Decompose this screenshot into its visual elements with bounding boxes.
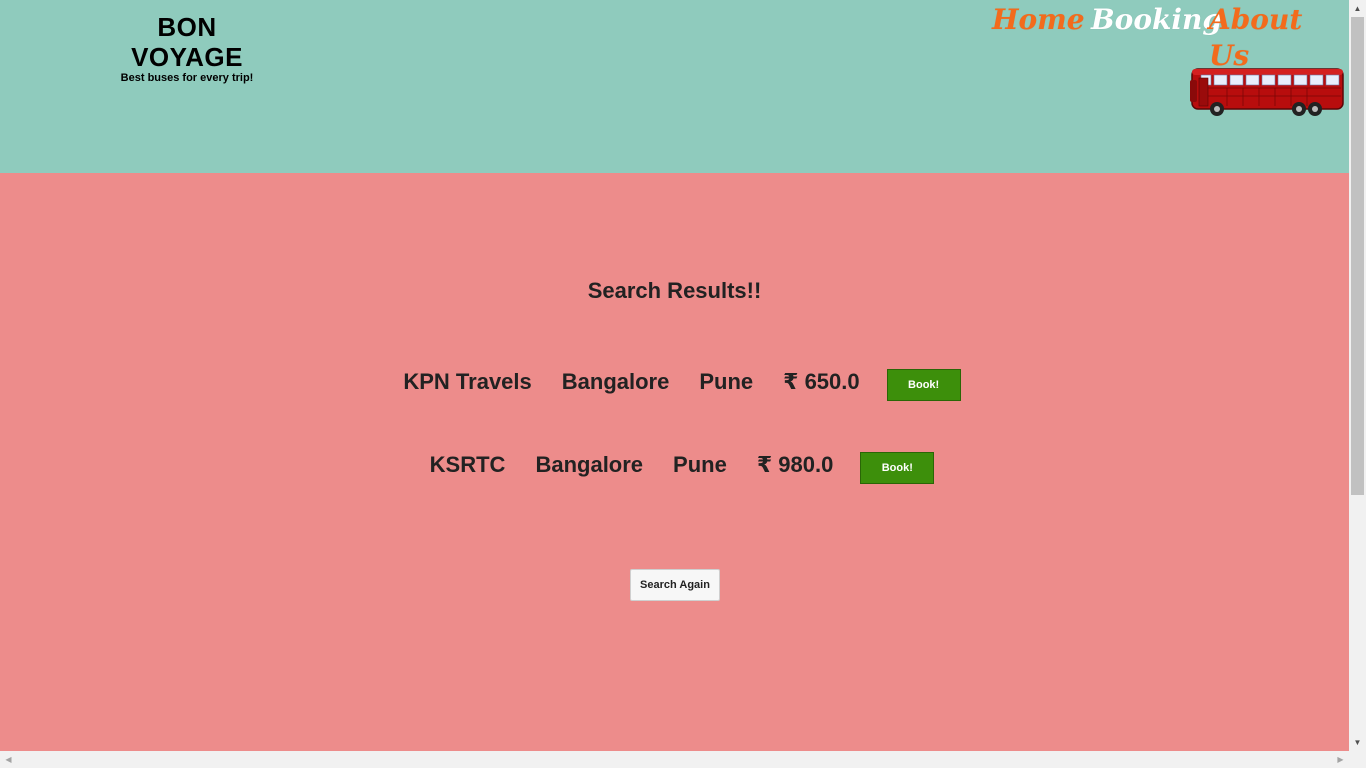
- result-row: KPN Travels Bangalore Pune ₹ 650.0 Book!: [0, 363, 1349, 401]
- origin-city: Bangalore: [535, 452, 644, 477]
- operator-name: KSRTC: [429, 452, 506, 477]
- fare-price: ₹ 980.0: [756, 452, 834, 477]
- operator-name: KPN Travels: [403, 369, 532, 394]
- book-button[interactable]: Book!: [860, 452, 935, 484]
- horizontal-scrollbar[interactable]: ◀ ▶: [0, 751, 1366, 768]
- vertical-scrollbar[interactable]: ▲ ▼: [1349, 0, 1366, 751]
- nav-home-link[interactable]: Home: [992, 2, 1085, 38]
- bus-icon: [1190, 68, 1344, 116]
- result-row: KSRTC Bangalore Pune ₹ 980.0 Book!: [0, 446, 1349, 484]
- scrollbar-thumb[interactable]: [1351, 17, 1364, 495]
- results-title: Search Results!!: [587, 278, 762, 303]
- header: BON VOYAGE Best buses for every trip! Ho…: [0, 0, 1349, 173]
- page-viewport: BON VOYAGE Best buses for every trip! Ho…: [0, 0, 1349, 751]
- brand: BON VOYAGE Best buses for every trip!: [101, 12, 273, 84]
- book-button[interactable]: Book!: [886, 369, 961, 401]
- scroll-down-icon[interactable]: ▼: [1349, 734, 1366, 751]
- fare-price: ₹ 650.0: [783, 369, 860, 394]
- origin-city: Bangalore: [561, 369, 670, 394]
- destination-city: Pune: [673, 452, 727, 477]
- scroll-up-icon[interactable]: ▲: [1349, 0, 1366, 17]
- nav-about-link[interactable]: About Us: [1209, 2, 1349, 74]
- destination-city: Pune: [699, 369, 754, 394]
- scroll-right-icon[interactable]: ▶: [1332, 751, 1349, 768]
- results-section: Search Results!! KPN Travels Bangalore P…: [0, 173, 1349, 751]
- search-again-button[interactable]: Search Again: [630, 569, 720, 601]
- scroll-left-icon[interactable]: ◀: [0, 751, 17, 768]
- nav-booking-link[interactable]: Booking: [1091, 2, 1222, 38]
- brand-tagline: Best buses for every trip!: [120, 72, 254, 84]
- brand-title: BON VOYAGE: [131, 12, 243, 72]
